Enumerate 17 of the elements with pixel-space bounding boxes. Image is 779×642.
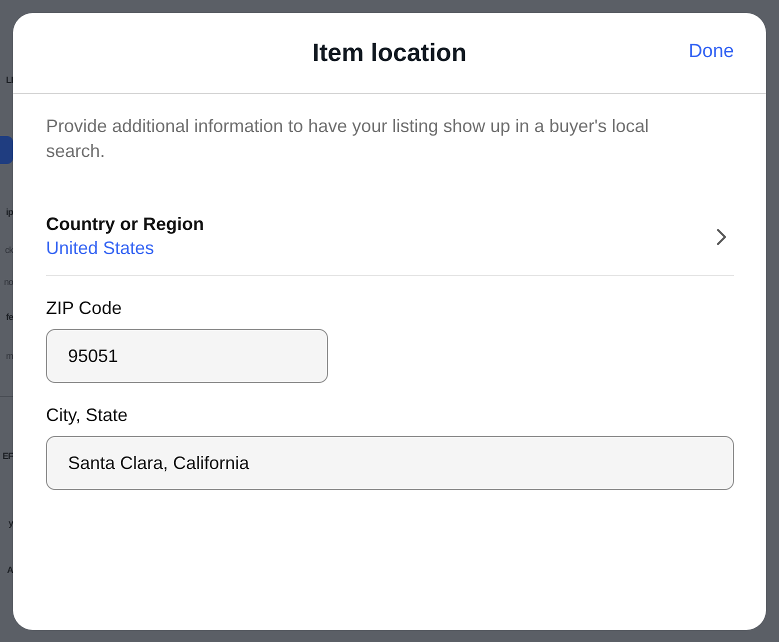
city-input[interactable]: Santa Clara, California xyxy=(46,436,734,490)
zip-label: ZIP Code xyxy=(46,298,123,319)
background-text: A xyxy=(7,564,13,576)
country-row[interactable]: Country or Region United States xyxy=(46,214,734,276)
background-text: ip xyxy=(6,206,13,218)
background-text: y xyxy=(8,517,13,529)
description-text: Provide additional information to have your listing show up in a buyer's local search. xyxy=(46,115,650,163)
background-text: EF xyxy=(2,450,13,462)
country-value: United States xyxy=(46,238,156,259)
background-text: fe xyxy=(6,311,13,323)
country-label: Country or Region xyxy=(46,214,204,235)
chevron-right-icon xyxy=(716,228,726,246)
background-text: LI xyxy=(6,74,13,86)
zip-input[interactable]: 95051 xyxy=(46,329,328,383)
dialog-title: Item location xyxy=(312,38,467,68)
done-button[interactable]: Done xyxy=(688,41,734,63)
city-label: City, State xyxy=(46,405,129,426)
